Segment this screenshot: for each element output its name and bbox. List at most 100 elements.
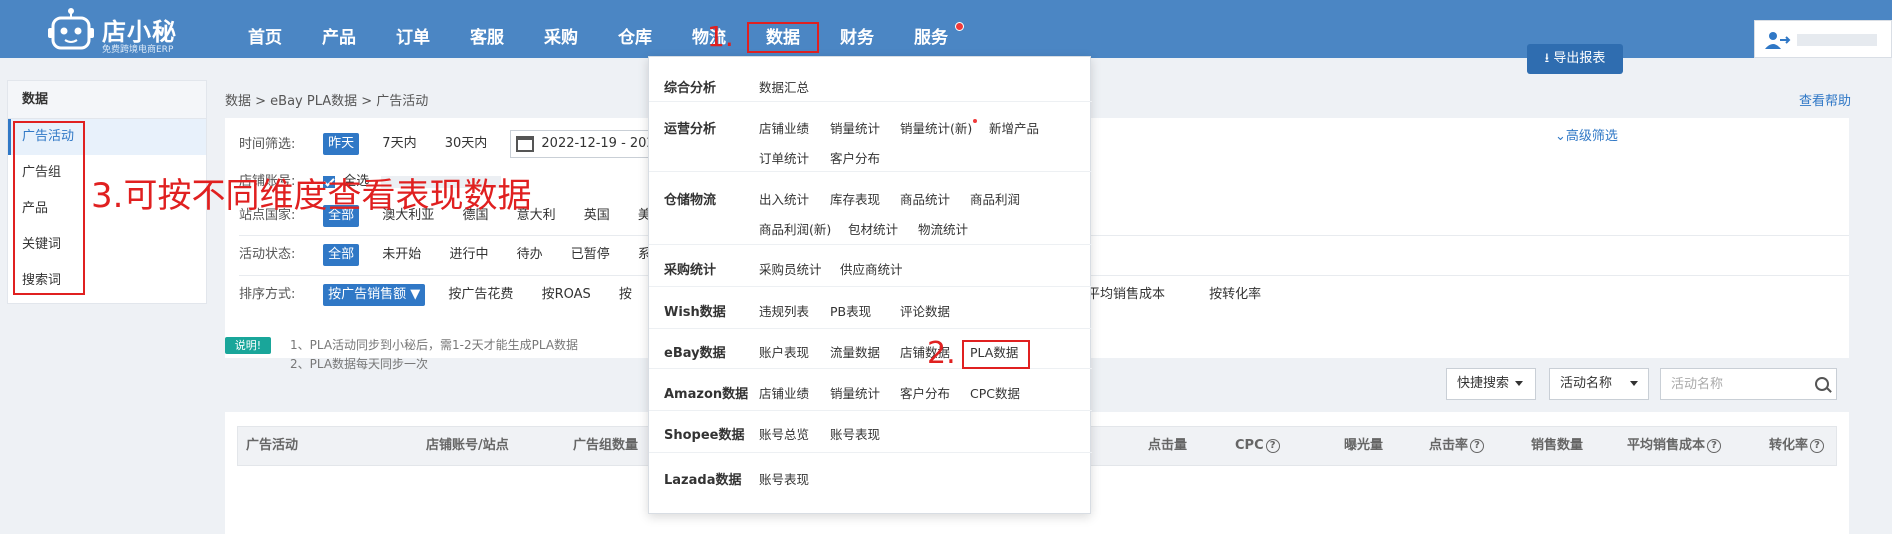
quick-search-label: 快捷搜索	[1457, 376, 1510, 391]
menu-item[interactable]: 采购员统计	[759, 259, 822, 278]
menu-group-wish: Wish数据 违规列表 PB表现 评论数据	[649, 287, 1092, 329]
country-opt-uk[interactable]: 英国	[579, 205, 615, 227]
data-dropdown-menu: 综合分析 数据汇总 运营分析 店铺业绩 销量统计 销量统计(新) 新增产品 订单…	[648, 56, 1092, 514]
download-icon: ⭳	[1544, 51, 1550, 66]
menu-item[interactable]: 账户表现	[759, 342, 809, 361]
menu-item[interactable]: 商品统计	[900, 189, 950, 208]
status-filter-label: 活动状态:	[239, 247, 296, 262]
search-icon[interactable]	[1815, 377, 1829, 391]
note-badge: 说明!	[225, 337, 271, 354]
menu-item[interactable]: 评论数据	[900, 301, 950, 320]
chevron-down-icon: ⌄	[1555, 129, 1566, 144]
nav-home[interactable]: 首页	[248, 0, 282, 58]
menu-item[interactable]: 账号表现	[759, 469, 809, 488]
menu-item[interactable]: 流量数据	[830, 342, 880, 361]
menu-item[interactable]: 账号总览	[759, 424, 809, 443]
menu-item[interactable]: 商品利润(新)	[759, 219, 831, 238]
time-filter-row: 时间筛选: 昨天 7天内 30天内 2022-12-19 - 2022-1	[239, 130, 676, 158]
col-clicks: 点击量	[1148, 438, 1188, 453]
col-ctr: 点击率?	[1429, 427, 1485, 465]
menu-category: 运营分析	[664, 122, 717, 137]
menu-item[interactable]: 销量统计	[830, 118, 880, 137]
notification-dot	[955, 22, 964, 31]
status-opt-running[interactable]: 进行中	[444, 244, 493, 266]
time-opt-7days[interactable]: 7天内	[377, 133, 421, 155]
nav-finance[interactable]: 财务	[840, 0, 874, 58]
col-avg-cost-label: 平均销售成本	[1627, 438, 1706, 453]
menu-item[interactable]: 销量统计	[830, 383, 880, 402]
status-opt-not-started[interactable]: 未开始	[377, 244, 426, 266]
menu-category: Amazon数据	[664, 387, 749, 402]
search-field-select[interactable]: 活动名称	[1549, 368, 1649, 400]
nav-products[interactable]: 产品	[322, 0, 356, 58]
menu-item[interactable]: 客户分布	[900, 383, 950, 402]
sort-opt-spend[interactable]: 按广告花费	[443, 284, 518, 306]
nav-services[interactable]: 服务	[914, 0, 948, 58]
nav-service[interactable]: 客服	[470, 0, 504, 58]
logo[interactable]: 店小秘 免费跨境电商ERP	[48, 6, 208, 55]
menu-category: Lazada数据	[664, 473, 742, 488]
nav-orders[interactable]: 订单	[396, 0, 430, 58]
menu-item[interactable]: CPC数据	[970, 383, 1020, 402]
nav-warehouse[interactable]: 仓库	[618, 0, 652, 58]
col-ctr-label: 点击率	[1429, 438, 1469, 453]
menu-item[interactable]: 新增产品	[989, 118, 1039, 137]
menu-category: 综合分析	[664, 81, 717, 96]
menu-group-overview: 综合分析 数据汇总	[649, 57, 1092, 102]
search-input[interactable]	[1660, 368, 1837, 400]
status-filter-row: 活动状态: 全部 未开始 进行中 待办 已暂停 系	[239, 241, 670, 269]
menu-item[interactable]: 账号表现	[830, 424, 880, 443]
menu-item[interactable]: 违规列表	[759, 301, 809, 320]
caret-down-icon	[1515, 381, 1524, 386]
sort-opt-more[interactable]: 按	[614, 284, 637, 306]
menu-item[interactable]: 供应商统计	[840, 259, 903, 278]
menu-item[interactable]: 库存表现	[830, 189, 880, 208]
menu-group-lazada: Lazada数据 账号表现	[649, 453, 1092, 513]
help-question-icon[interactable]: ?	[1265, 438, 1280, 453]
menu-group-warehouse: 仓储物流 出入统计 库存表现 商品统计 商品利润 商品利润(新) 包材统计 物流…	[649, 172, 1092, 245]
search-field-label: 活动名称	[1560, 376, 1613, 391]
col-cpc-label: CPC	[1235, 438, 1264, 453]
annotation-step-2: 2.	[927, 336, 956, 371]
quick-search-dropdown[interactable]: 快捷搜索	[1446, 368, 1536, 400]
advanced-filter-link[interactable]: ⌄高级筛选	[1555, 125, 1618, 144]
time-opt-yesterday[interactable]: 昨天	[323, 133, 360, 155]
menu-item[interactable]: 出入统计	[759, 189, 809, 208]
sort-opt-sales[interactable]: 按广告销售额 ▼	[323, 283, 426, 306]
col-conversion: 转化率?	[1769, 427, 1825, 465]
help-question-icon[interactable]: ?	[1810, 438, 1825, 453]
help-question-icon[interactable]: ?	[1707, 438, 1722, 453]
new-badge-dot	[973, 119, 977, 123]
menu-category: Shopee数据	[664, 428, 745, 443]
export-report-button[interactable]: ⭳ 导出报表	[1527, 44, 1623, 74]
time-opt-30days[interactable]: 30天内	[440, 133, 493, 155]
help-question-icon[interactable]: ?	[1470, 438, 1485, 453]
sort-opt-roas[interactable]: 按ROAS	[537, 284, 596, 306]
menu-item[interactable]: 店铺业绩	[759, 118, 809, 137]
col-impressions: 曝光量	[1344, 438, 1384, 453]
menu-item[interactable]: 客户分布	[830, 148, 880, 167]
menu-item[interactable]: 销量统计(新)	[900, 118, 972, 137]
status-opt-paused[interactable]: 已暂停	[566, 244, 615, 266]
note-line-2: 2、PLA数据每天同步一次	[290, 357, 429, 371]
menu-item[interactable]: 包材统计	[848, 219, 898, 238]
col-cpc: CPC?	[1235, 427, 1280, 465]
col-conversion-label: 转化率	[1769, 438, 1809, 453]
date-range-input[interactable]: 2022-12-19 - 2022-1	[510, 130, 676, 158]
menu-item[interactable]: 物流统计	[918, 219, 968, 238]
nav-purchase[interactable]: 采购	[544, 0, 578, 58]
sort-opt-conversion[interactable]: 按转化率	[1204, 284, 1266, 306]
col-units-sold: 销售数量	[1531, 438, 1584, 453]
menu-item[interactable]: 数据汇总	[759, 77, 809, 96]
user-menu[interactable]	[1754, 20, 1892, 58]
sort-row: 排序方式: 按广告销售额 ▼ 按广告花费 按ROAS 按	[239, 281, 651, 309]
status-opt-pending[interactable]: 待办	[512, 244, 548, 266]
menu-item[interactable]: PB表现	[830, 301, 871, 320]
menu-category: 采购统计	[664, 263, 717, 278]
menu-group-shopee: Shopee数据 账号总览 账号表现	[649, 411, 1092, 453]
help-link[interactable]: 查看帮助	[1799, 90, 1851, 109]
menu-item[interactable]: 店铺业绩	[759, 383, 809, 402]
menu-item[interactable]: 商品利润	[970, 189, 1020, 208]
status-opt-all[interactable]: 全部	[323, 243, 360, 266]
menu-item[interactable]: 订单统计	[759, 148, 809, 167]
